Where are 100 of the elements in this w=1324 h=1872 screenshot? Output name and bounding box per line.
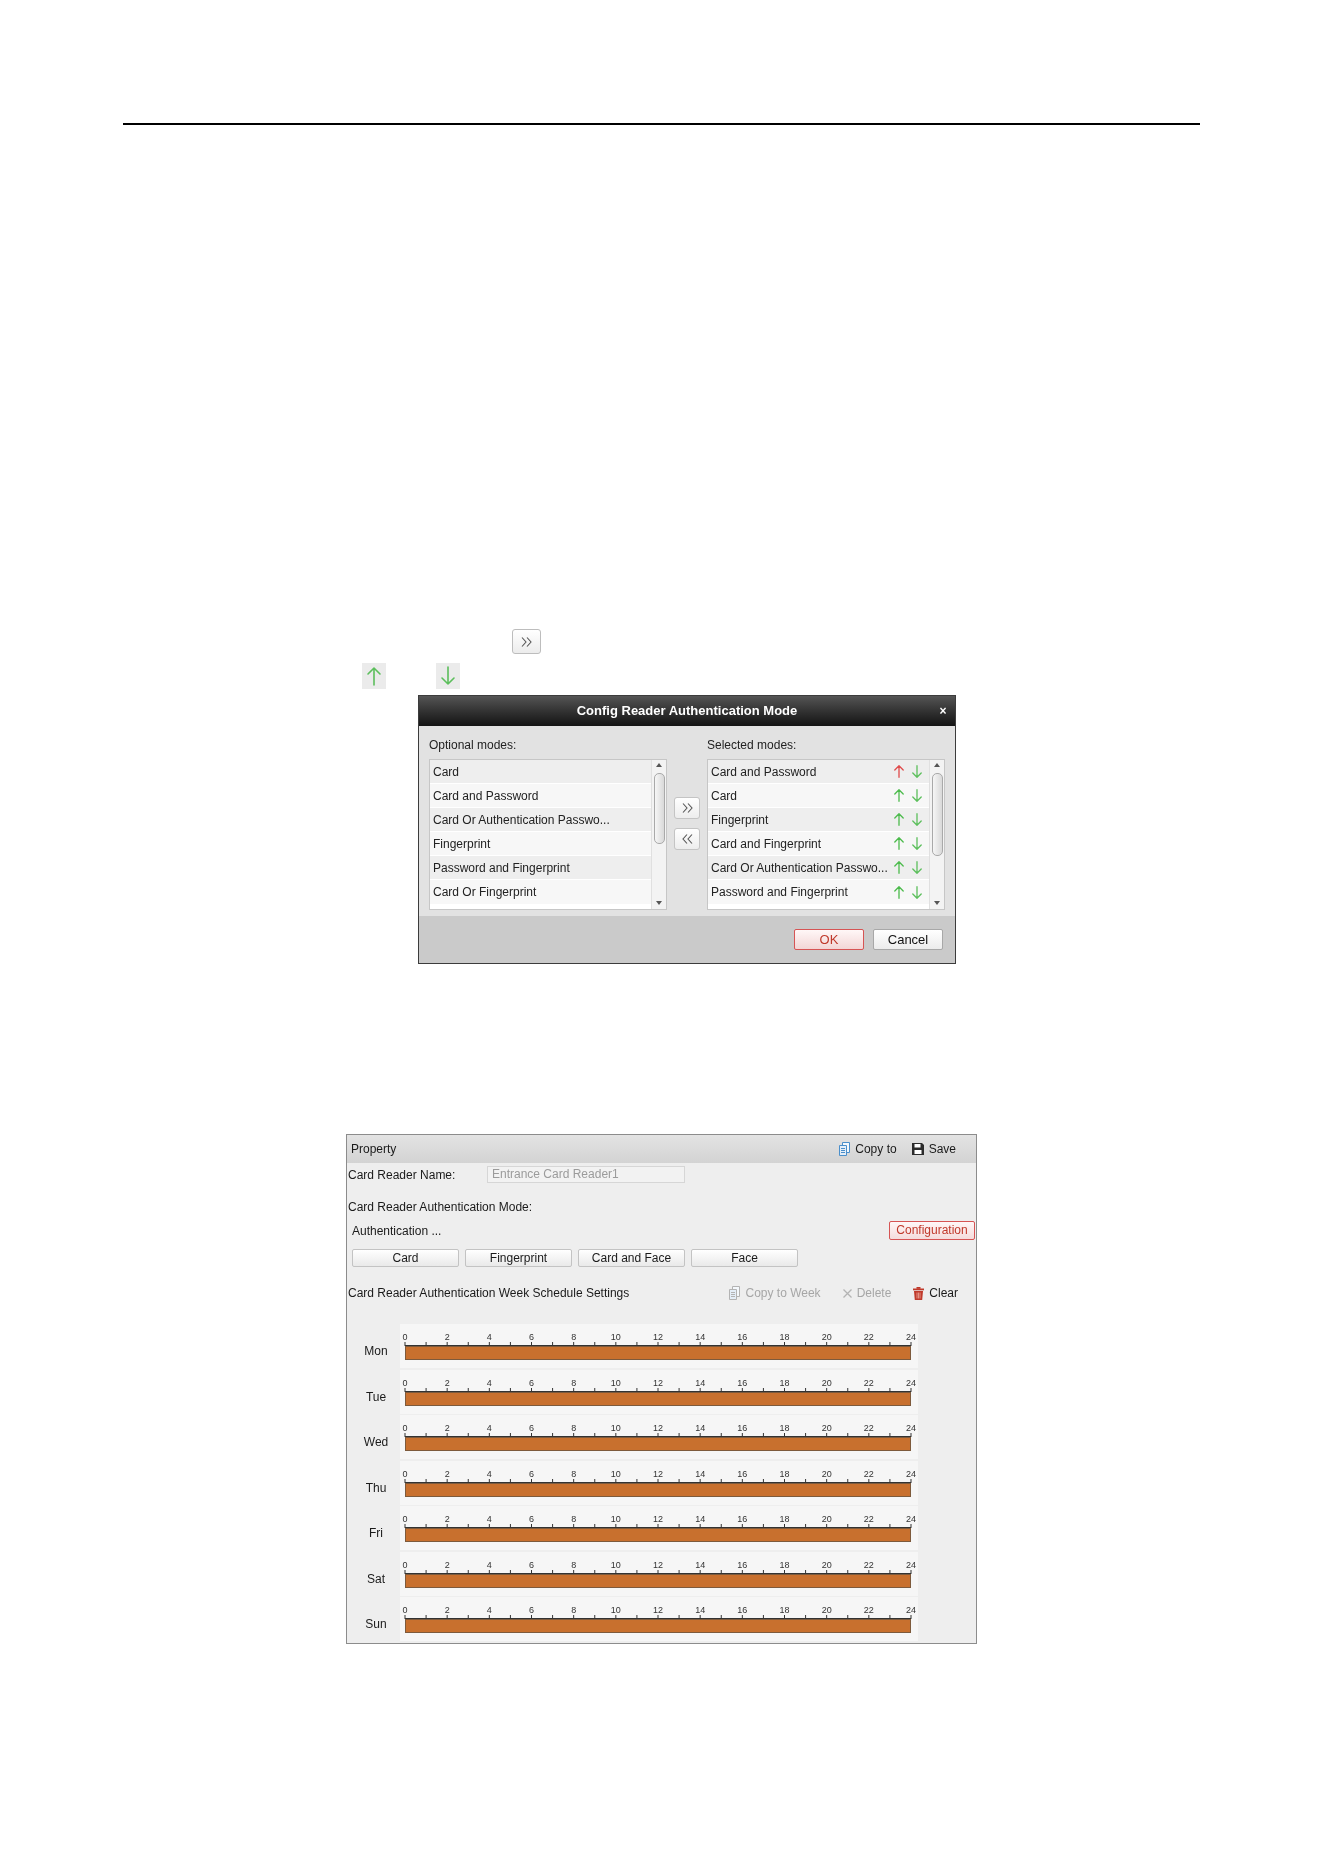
hour-label: 16 [737,1559,748,1570]
hour-label: 22 [863,1332,874,1342]
down-arrow-icon[interactable] [912,837,922,850]
scrollbar-thumb[interactable] [653,773,665,844]
copy-to-button[interactable]: Copy to [839,1140,897,1158]
scrollbar[interactable] [651,760,666,909]
mode-list-item[interactable]: Password and Fingerprint [708,880,929,904]
down-arrow-icon[interactable] [912,765,922,778]
clear-button[interactable]: Clear [913,1284,958,1302]
up-arrow-icon[interactable] [894,837,904,850]
hour-label: 8 [571,1605,577,1615]
hour-label: 0 [402,1514,408,1524]
scrollbar[interactable] [929,760,944,909]
mode-list-item[interactable]: Password and Fingerprint [430,856,651,880]
double-chevron-left-icon [681,834,693,844]
mode-list-item[interactable]: Card and Password [708,760,929,784]
mode-list-item[interactable]: Card [430,760,651,784]
hour-label: 18 [779,1332,790,1342]
move-right-button[interactable] [674,797,700,819]
hour-label: 14 [695,1377,706,1388]
hour-label: 20 [821,1423,832,1433]
hour-label: 8 [571,1377,577,1388]
configuration-button[interactable]: Configuration [889,1221,975,1240]
up-arrow-icon[interactable] [894,789,904,802]
scrollbar-thumb[interactable] [931,773,943,856]
scroll-up-caret-icon[interactable] [656,763,662,767]
mode-button[interactable]: Fingerprint [465,1249,572,1267]
hour-label: 2 [444,1468,450,1479]
panel-title: Property [351,1141,397,1158]
schedule-bar[interactable] [405,1528,911,1542]
move-left-button[interactable] [674,828,700,850]
hour-label: 4 [486,1559,492,1570]
hour-label: 22 [863,1559,874,1570]
cancel-button[interactable]: Cancel [873,929,943,950]
hour-label: 10 [610,1332,621,1342]
down-arrow-icon[interactable] [912,885,922,899]
ok-button[interactable]: OK [794,929,864,950]
mode-list-item[interactable]: Card Or Fingerprint [430,880,651,904]
hour-label: 0 [402,1332,408,1342]
day-label: Fri [368,1526,384,1540]
day-label: Thu [364,1480,388,1495]
down-arrow-icon[interactable] [912,861,922,874]
mode-label: Card [711,787,737,805]
scroll-down-caret-icon[interactable] [656,901,662,905]
hour-label: 12 [653,1559,663,1570]
mode-list-item[interactable]: Card Or Authentication Passwo... [708,856,929,880]
mode-list-item[interactable]: Card and Fingerprint [708,832,929,856]
mode-button[interactable]: Face [691,1249,798,1267]
hour-label: 24 [906,1468,916,1479]
up-arrow-icon[interactable] [894,861,904,874]
hour-label: 24 [906,1332,916,1342]
mode-list-item[interactable]: Fingerprint [430,832,651,856]
mode-button[interactable]: Card [352,1249,459,1267]
mode-list-item[interactable]: Fingerprint [708,808,929,832]
schedule-bar[interactable] [405,1437,911,1451]
up-arrow-icon[interactable] [894,885,904,899]
hour-label: 12 [653,1514,663,1524]
hour-label: 0 [402,1468,408,1479]
hour-label: 16 [737,1377,748,1388]
hour-label: 8 [571,1514,577,1524]
save-icon [911,1143,924,1155]
hour-label: 4 [486,1468,492,1479]
hour-label: 10 [610,1423,621,1433]
hour-label: 14 [695,1332,706,1342]
scroll-up-caret-icon[interactable] [934,763,940,767]
hour-label: 4 [486,1332,492,1342]
hour-label: 10 [610,1514,621,1524]
day-label: Sat [366,1571,386,1586]
hour-label: 4 [486,1514,492,1524]
mode-list-item[interactable]: Card Or Authentication Passwo... [430,808,651,832]
hour-label: 10 [610,1559,621,1570]
hour-label: 18 [779,1377,790,1388]
hour-label: 6 [529,1423,534,1433]
hour-label: 22 [863,1423,874,1433]
save-button[interactable]: Save [911,1140,956,1158]
hour-label: 12 [653,1468,663,1479]
day-label: Mon [363,1344,389,1358]
mode-label: Fingerprint [711,811,769,829]
hour-label: 12 [653,1605,663,1615]
mode-list-item[interactable]: Card [708,784,929,808]
down-arrow-icon[interactable] [912,789,922,802]
scroll-down-caret-icon[interactable] [934,901,940,905]
schedule-bar[interactable] [405,1619,911,1633]
dialog-title: Config Reader Authentication Mode [575,702,799,721]
day-label: Tue [364,1389,388,1404]
mode-list-item[interactable]: Card and Password [430,784,651,808]
close-button[interactable]: × [939,705,947,717]
up-arrow-icon[interactable] [894,813,904,826]
hour-label: 8 [571,1423,577,1433]
down-arrow-icon[interactable] [912,813,922,826]
hour-label: 16 [737,1468,748,1479]
mode-label: Password and Fingerprint [711,884,848,901]
up-arrow-icon[interactable] [894,765,904,778]
schedule-bar[interactable] [405,1346,911,1360]
hour-label: 14 [695,1423,706,1433]
hour-label: 6 [529,1605,534,1615]
hour-label: 2 [444,1332,450,1342]
add-button[interactable] [512,629,541,654]
copy-icon [729,1286,741,1300]
mode-button[interactable]: Card and Face [578,1249,685,1267]
